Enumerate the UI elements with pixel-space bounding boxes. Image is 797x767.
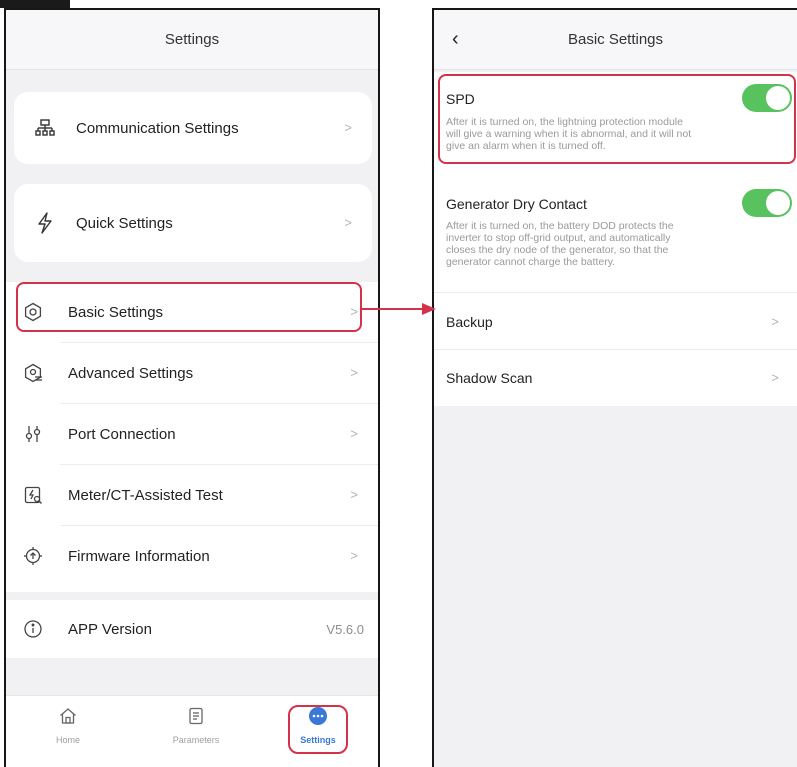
app-version-label: APP Version bbox=[68, 621, 152, 638]
info-icon bbox=[22, 618, 44, 640]
backup-label: Backup bbox=[446, 314, 493, 330]
chevron-right-icon: > bbox=[350, 548, 358, 563]
list-item-label: Meter/CT-Assisted Test bbox=[68, 487, 223, 504]
document-icon bbox=[189, 707, 203, 725]
settings-screen: Settings Communication Settings > Quick … bbox=[4, 8, 380, 767]
chevron-right-icon: > bbox=[771, 370, 779, 385]
corner-mark bbox=[0, 0, 70, 8]
quick-settings-card[interactable]: Quick Settings > bbox=[14, 184, 372, 262]
description-line: generator cannot charge the battery. bbox=[446, 256, 616, 268]
generator-dry-contact-setting: Generator Dry Contact After it is turned… bbox=[434, 182, 797, 292]
description-line: inverter to stop off-grid output, and au… bbox=[446, 232, 671, 244]
firmware-icon bbox=[22, 545, 44, 567]
list-item-meter-ct-test[interactable]: Meter/CT-Assisted Test > bbox=[6, 465, 378, 525]
app-version-value: V5.6.0 bbox=[326, 622, 364, 637]
chevron-right-icon: > bbox=[344, 215, 352, 230]
generator-dry-contact-description: After it is turned on, the battery DOD p… bbox=[446, 220, 786, 268]
chevron-right-icon: > bbox=[350, 487, 358, 502]
basic-settings-topbar: ‹ Basic Settings bbox=[434, 10, 797, 70]
page-title: Settings bbox=[164, 31, 220, 48]
toggle-knob bbox=[766, 191, 790, 215]
settings-tab-highlight bbox=[288, 705, 348, 754]
network-icon bbox=[34, 117, 56, 139]
app-version-row: APP Version V5.6.0 bbox=[6, 600, 378, 658]
list-item-label: Advanced Settings bbox=[68, 365, 194, 382]
communication-settings-label: Communication Settings bbox=[76, 120, 239, 137]
chevron-right-icon: > bbox=[350, 365, 358, 380]
list-item-advanced-settings[interactable]: Advanced Settings > bbox=[6, 343, 378, 403]
tab-label: Parameters bbox=[172, 735, 220, 745]
list-item-label: Firmware Information bbox=[68, 548, 210, 565]
advanced-gear-icon bbox=[22, 362, 44, 384]
list-item-port-connection[interactable]: Port Connection > bbox=[6, 404, 378, 464]
home-icon bbox=[60, 708, 76, 724]
description-line: After it is turned on, the battery DOD p… bbox=[446, 220, 674, 232]
settings-topbar: Settings bbox=[6, 10, 378, 70]
chevron-right-icon: > bbox=[350, 426, 358, 441]
page-title: Basic Settings bbox=[567, 31, 664, 48]
generator-dry-contact-toggle[interactable] bbox=[742, 189, 792, 217]
chevron-right-icon: > bbox=[771, 314, 779, 329]
tab-label: Home bbox=[55, 735, 80, 745]
basic-settings-highlight bbox=[16, 282, 362, 332]
generator-dry-contact-label: Generator Dry Contact bbox=[446, 196, 587, 212]
communication-settings-card[interactable]: Communication Settings > bbox=[14, 92, 372, 164]
tab-home[interactable]: Home bbox=[28, 706, 108, 745]
list-item-firmware-information[interactable]: Firmware Information > bbox=[6, 526, 378, 586]
back-chevron-icon[interactable]: ‹ bbox=[452, 29, 459, 49]
meter-icon bbox=[22, 484, 44, 506]
port-icon bbox=[22, 423, 44, 445]
quick-settings-label: Quick Settings bbox=[76, 215, 173, 232]
list-item-shadow-scan[interactable]: Shadow Scan > bbox=[434, 350, 797, 406]
tab-parameters[interactable]: Parameters bbox=[156, 706, 236, 745]
chevron-right-icon: > bbox=[344, 120, 352, 135]
shadow-scan-label: Shadow Scan bbox=[446, 370, 533, 386]
spd-highlight bbox=[438, 74, 796, 164]
list-item-backup[interactable]: Backup > bbox=[434, 293, 797, 349]
lightning-icon bbox=[34, 212, 56, 234]
description-line: closes the dry node of the generator, so… bbox=[446, 244, 669, 256]
list-item-label: Port Connection bbox=[68, 426, 176, 443]
